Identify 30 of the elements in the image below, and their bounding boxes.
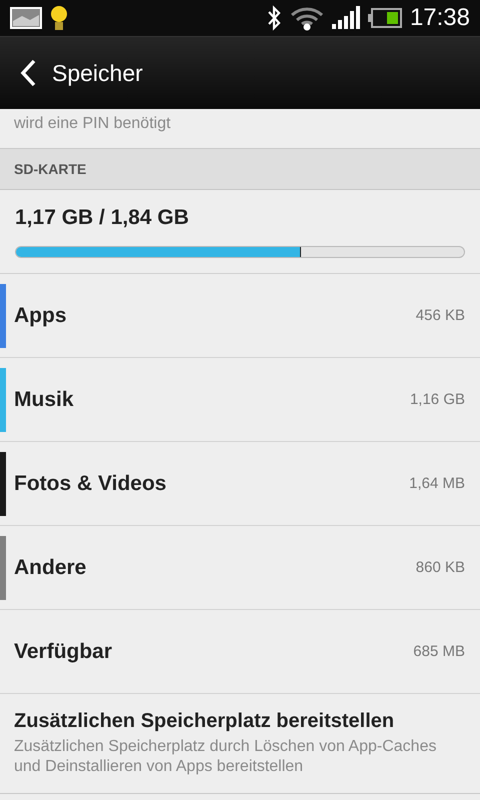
category-size: 1,64 MB <box>409 475 466 492</box>
battery-icon <box>368 8 402 28</box>
signal-icon <box>332 6 360 30</box>
category-size: 1,16 GB <box>410 391 466 408</box>
storage-category-row[interactable]: Fotos & Videos 1,64 MB <box>0 442 480 526</box>
storage-category-row[interactable]: Musik 1,16 GB <box>0 358 480 442</box>
category-size: 860 KB <box>416 559 466 576</box>
back-icon[interactable] <box>20 59 36 87</box>
storage-category-row[interactable]: Andere 860 KB <box>0 526 480 610</box>
picture-notification-icon <box>10 7 42 29</box>
item-summary: Zusätzlichen Speicherplatz durch Löschen von App-Caches und Deinstallieren von Apps bereitstellen <box>14 737 438 777</box>
category-label: Verfügbar <box>14 640 114 664</box>
storage-category-row[interactable]: Apps 456 KB <box>0 274 480 358</box>
storage-usage: 1,17 GB / 1,84 GB <box>15 206 190 230</box>
bluetooth-icon <box>266 4 282 32</box>
category-size: 456 KB <box>416 307 466 324</box>
category-label: Musik <box>14 388 75 412</box>
screen-title: Speicher <box>52 60 143 86</box>
free-up-space-item[interactable]: Zusätzlichen Speicherplatz bereitstellen Zusätzlichen Speicherplatz durch Löschen von App-Caches und Deinstallieren von Apps bereitstellen <box>0 694 480 794</box>
category-size: 685 MB <box>413 643 466 660</box>
category-label: Apps <box>14 304 68 328</box>
wifi-icon <box>290 5 324 31</box>
clock-time: 17:38 <box>410 4 470 32</box>
item-title: Zusätzlichen Speicherplatz bereitstellen <box>14 710 396 733</box>
setting-summary: wird eine PIN benötigt <box>14 114 171 134</box>
storage-category-row[interactable]: Verfügbar 685 MB <box>0 610 480 694</box>
lightbulb-icon <box>50 4 68 32</box>
section-header: SD-KARTE <box>14 161 86 177</box>
category-label: Fotos & Videos <box>14 472 168 496</box>
category-label: Andere <box>14 556 88 580</box>
